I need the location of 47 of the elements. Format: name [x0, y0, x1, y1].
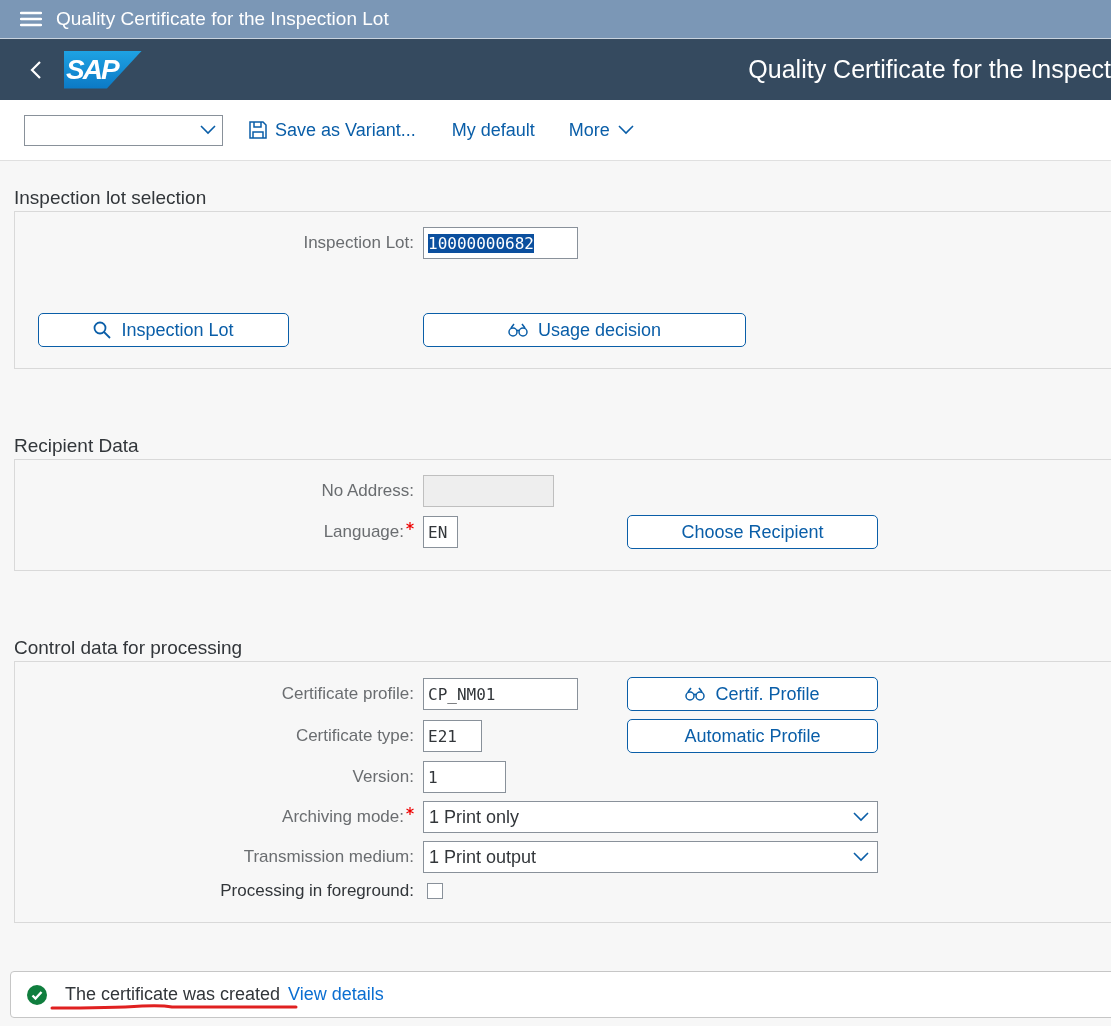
dropdown-icon: [853, 812, 869, 822]
field-label: Certificate type:: [295, 726, 414, 746]
field-label: Inspection Lot:: [303, 233, 414, 253]
dropdown-field[interactable]: 1 Print output: [423, 841, 878, 873]
variant-select[interactable]: [24, 114, 223, 146]
checkbox[interactable]: [427, 883, 443, 899]
field-label: Certificate profile:: [281, 684, 414, 704]
logo: SAP: [64, 50, 142, 89]
action-button[interactable]: Usage decision: [423, 313, 746, 347]
required-icon: [406, 522, 414, 530]
save-icon: [249, 121, 267, 139]
action-button[interactable]: Certif. Profile: [627, 677, 878, 711]
field-label: No Address:: [321, 481, 414, 501]
view-details-link[interactable]: View details: [288, 984, 384, 1005]
search-icon: [93, 321, 112, 339]
field-label: Version:: [352, 767, 414, 787]
action-button[interactable]: Automatic Profile: [627, 719, 878, 753]
field-label: Archiving mode:: [282, 807, 414, 827]
dropdown-icon: [200, 125, 216, 135]
toolbar-button[interactable]: Save as Variant...: [249, 119, 452, 141]
input-field[interactable]: EN: [423, 516, 458, 548]
action-button[interactable]: Inspection Lot: [38, 313, 289, 347]
message-text: The certificate was created: [65, 984, 281, 1005]
success-icon: [27, 984, 47, 1005]
section-title: Inspection lot selection: [14, 186, 208, 210]
input-field[interactable]: E21: [423, 720, 482, 752]
dropdown-icon: [853, 852, 869, 862]
glasses-icon: [507, 323, 528, 337]
shell-title: Quality Certificate for the Inspection Lot: [56, 8, 389, 30]
checkbox-label: Processing in foreground:: [220, 881, 414, 901]
field-label: Language:: [323, 522, 414, 542]
required-icon: [406, 807, 414, 815]
input-field[interactable]: CP_NM01: [423, 678, 578, 710]
menu-icon[interactable]: [20, 11, 42, 27]
section-title: Control data for processing: [14, 636, 244, 660]
caret-icon: [617, 125, 634, 135]
action-button[interactable]: Choose Recipient: [627, 515, 878, 549]
page-title: Quality Certificate for the Inspect: [748, 55, 1111, 84]
dropdown-field[interactable]: 1 Print only: [423, 801, 878, 833]
toolbar-button[interactable]: My default: [451, 119, 569, 141]
field-label: Transmission medium:: [243, 847, 414, 867]
input-field[interactable]: 10000000682: [423, 227, 578, 259]
toolbar-button[interactable]: More: [568, 119, 668, 141]
input-field[interactable]: 1: [423, 761, 506, 793]
glasses-icon: [685, 687, 706, 701]
back-icon[interactable]: [30, 59, 42, 80]
section-title: Recipient Data: [14, 434, 140, 458]
